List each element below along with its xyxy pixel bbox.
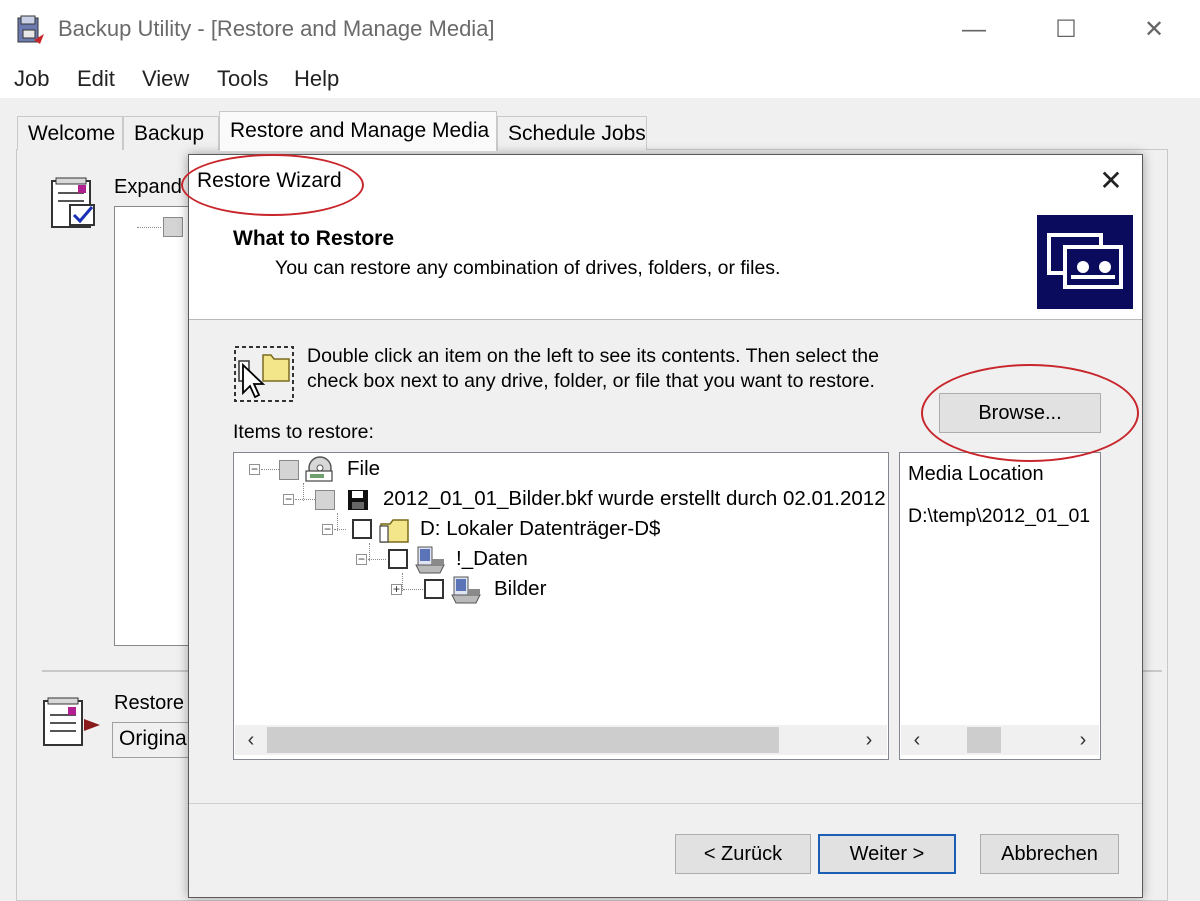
menu-tools[interactable]: Tools [217, 66, 268, 92]
tree-checkbox[interactable] [388, 549, 408, 569]
tree-connector [295, 499, 315, 500]
menu-job[interactable]: Job [14, 66, 49, 92]
drive-folder-icon [379, 519, 409, 543]
tree-connector [368, 559, 386, 560]
scroll-thumb[interactable] [267, 727, 779, 753]
expand-label: Expand [114, 176, 182, 198]
tree-row-bkf[interactable]: − 2012_01_01_Bilder.bkf wurde erstellt d… [234, 485, 886, 515]
tree-label: 2012_01_01_Bilder.bkf wurde erstellt dur… [383, 487, 886, 510]
menu-edit[interactable]: Edit [77, 66, 115, 92]
tree-connector [261, 469, 279, 470]
tree-checkbox[interactable] [279, 460, 299, 480]
disk-file-icon [305, 456, 333, 482]
cancel-button[interactable]: Abbrechen [980, 834, 1119, 874]
instruction-line-2: check box next to any drive, folder, or … [307, 370, 875, 392]
media-location-value: D:\temp\2012_01_01 [908, 505, 1091, 527]
tree-row-drive[interactable]: − D: Lokaler Datenträger-D$ [234, 515, 874, 545]
tree-checkbox[interactable] [352, 519, 372, 539]
tree-row-file[interactable]: − File [234, 455, 874, 485]
tree-label: Bilder [494, 577, 547, 600]
tree-label: !_Daten [456, 547, 528, 570]
collapse-icon[interactable]: − [322, 523, 333, 535]
tab-restore-manage-media[interactable]: Restore and Manage Media [219, 111, 497, 151]
close-icon[interactable]: ✕ [1132, 10, 1176, 50]
restore-label: Restore [114, 692, 185, 714]
scroll-left-icon[interactable]: ‹ [903, 725, 931, 755]
select-item-icon [234, 346, 294, 402]
restore-tree[interactable]: − File − 2012_01_01_Bilder.bkf wurde ers… [233, 452, 889, 760]
restore-wizard-dialog: Restore Wizard ✕ What to Restore You can… [188, 154, 1143, 898]
restore-document-icon [43, 697, 100, 746]
scroll-right-icon[interactable]: › [855, 725, 883, 755]
tree-connector [137, 227, 161, 228]
expand-icon[interactable]: + [391, 583, 402, 595]
browse-button[interactable]: Browse... [939, 393, 1101, 433]
tree-label: File [347, 457, 381, 480]
scroll-right-icon[interactable]: › [1069, 725, 1097, 755]
scroll-left-icon[interactable]: ‹ [237, 725, 265, 755]
dialog-separator [189, 803, 1142, 804]
media-location-list[interactable]: Media Location D:\temp\2012_01_01 ‹ › [899, 452, 1101, 760]
network-folder-icon [451, 576, 481, 604]
network-folder-icon [415, 546, 445, 574]
menu-help[interactable]: Help [294, 66, 339, 92]
dialog-close-icon[interactable]: ✕ [1089, 163, 1133, 199]
collapse-icon[interactable]: − [283, 493, 294, 505]
wizard-step-subtitle: You can restore any combination of drive… [275, 257, 781, 279]
tree-hscrollbar[interactable]: ‹ › [235, 725, 887, 755]
tree-checkbox[interactable] [424, 579, 444, 599]
scroll-thumb[interactable] [967, 727, 1001, 753]
tree-connector [334, 529, 346, 530]
collapse-icon[interactable]: − [356, 553, 367, 565]
tab-schedule-jobs[interactable]: Schedule Jobs [497, 116, 647, 150]
dialog-title-bar: Restore Wizard ✕ [189, 155, 1142, 207]
media-location-header[interactable]: Media Location [908, 463, 1044, 486]
collapse-icon[interactable]: − [249, 463, 260, 475]
maximize-icon[interactable]: ☐ [1044, 10, 1088, 50]
dialog-title: Restore Wizard [197, 169, 342, 192]
backup-app-icon [17, 15, 44, 44]
tree-row-daten[interactable]: − !_Daten [234, 545, 874, 575]
tree-connector [403, 589, 423, 590]
floppy-icon [348, 490, 368, 510]
menu-view[interactable]: View [142, 66, 189, 92]
wizard-step-title: What to Restore [233, 227, 395, 250]
tree-checkbox[interactable] [315, 490, 335, 510]
restore-location-select[interactable]: Original [112, 722, 192, 758]
tape-cassette-icon [1037, 215, 1133, 309]
wizard-header: What to Restore You can restore any comb… [189, 207, 1142, 320]
tab-backup[interactable]: Backup [123, 116, 219, 150]
minimize-icon[interactable]: — [952, 10, 996, 50]
tab-welcome[interactable]: Welcome [17, 116, 123, 150]
title-bar: Backup Utility - [Restore and Manage Med… [0, 0, 1200, 60]
back-button[interactable]: < Zurück [675, 834, 811, 874]
instruction-line-1: Double click an item on the left to see … [307, 345, 879, 367]
tree-label: D: Lokaler Datenträger-D$ [420, 517, 661, 540]
window-title: Backup Utility - [Restore and Manage Med… [58, 16, 495, 41]
checklist-icon [51, 177, 95, 228]
background-tree [114, 206, 194, 646]
tree-row-bilder[interactable]: + Bilder [234, 575, 874, 605]
media-hscrollbar[interactable]: ‹ › [901, 725, 1099, 755]
items-to-restore-label: Items to restore: [233, 421, 374, 443]
next-button[interactable]: Weiter > [818, 834, 956, 874]
background-checkbox[interactable] [163, 217, 183, 237]
